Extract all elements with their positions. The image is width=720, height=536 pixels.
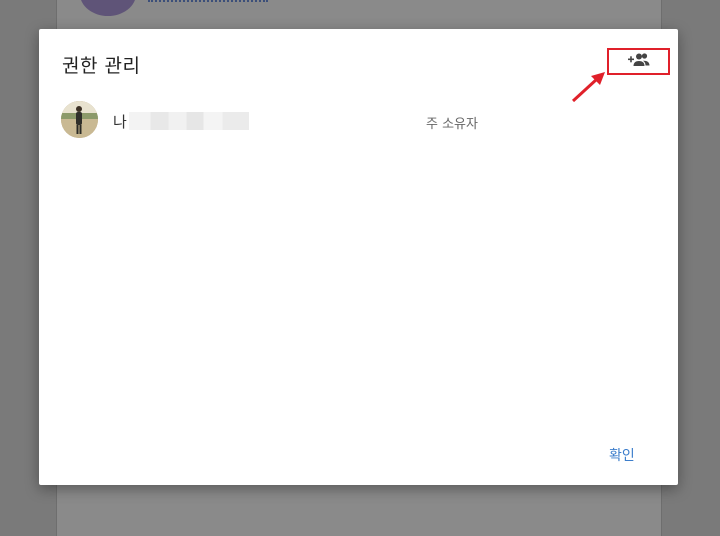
member-role: 주 소유자 [426,117,478,132]
red-arrow-annotation [571,72,605,103]
redacted-name [129,112,249,130]
person-add-icon [627,52,651,72]
background-link [148,0,268,2]
member-name: 나 [113,113,127,131]
dialog-title: 권한 관리 [62,55,141,77]
avatar [61,101,98,138]
add-people-button[interactable] [607,48,670,75]
manage-permissions-dialog: 권한 관리 나 주 소유자 확인 [39,29,678,485]
confirm-button[interactable]: 확인 [605,443,639,467]
member-row: 나 주 소유자 [61,101,661,139]
